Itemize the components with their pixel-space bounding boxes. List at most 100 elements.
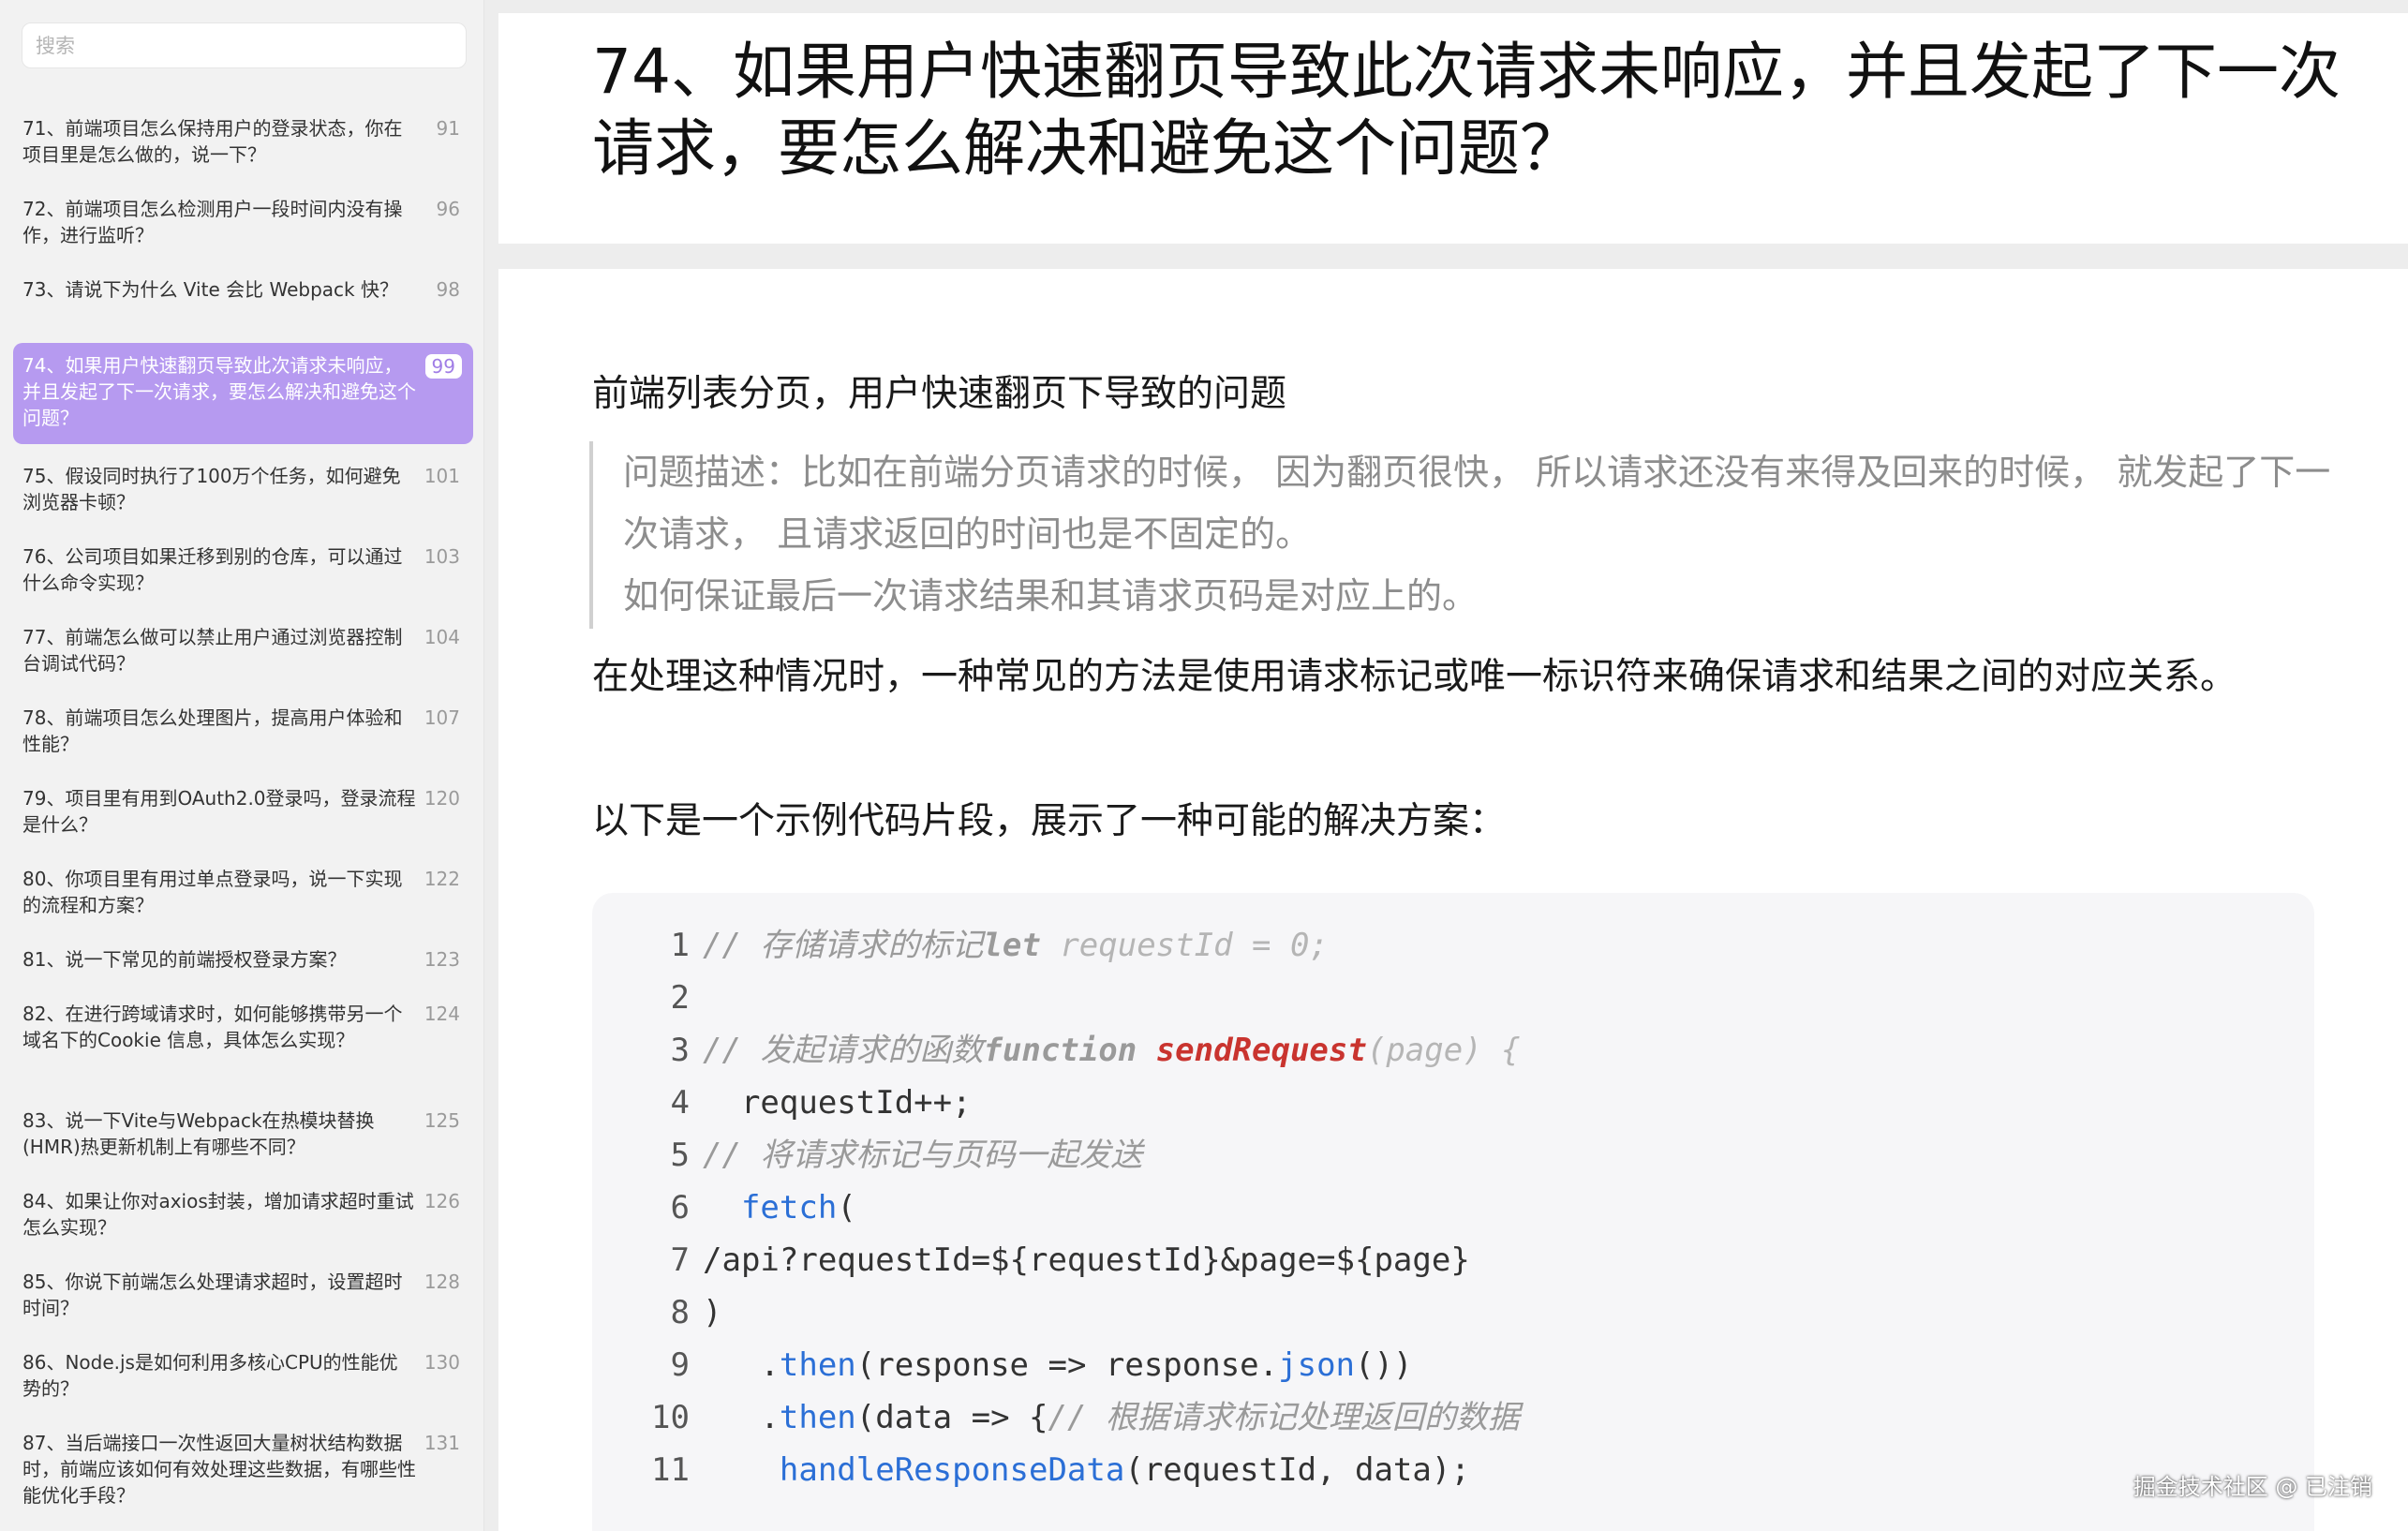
code-text: (page) { (1366, 1032, 1521, 1069)
code-line-5: 5 // 将请求标记与页码一起发送 (592, 1129, 1143, 1182)
toc-item-title: 79、项目里有用到OAuth2.0登录吗，登录流程是什么？ (22, 787, 416, 836)
code-text: requestId++; (703, 1084, 972, 1122)
toc-item-page: 96 (436, 198, 460, 220)
toc-item-79[interactable]: 79、项目里有用到OAuth2.0登录吗，登录流程是什么？ 120 (13, 776, 473, 845)
toc-item-page: 107 (424, 706, 460, 729)
code-method: then (779, 1346, 856, 1384)
toc-item-title: 71、前端项目怎么保持用户的登录状态，你在项目里是怎么做的，说一下？ (22, 117, 403, 166)
toc-item-86[interactable]: 86、Node.js是如何利用多核心CPU的性能优势的？ 130 (13, 1340, 473, 1409)
code-method: then (779, 1399, 856, 1436)
code-text: (data => { (855, 1399, 1048, 1436)
toc-item-84[interactable]: 84、如果让你对axios封装，增加请求超时重试怎么实现？ 126 (13, 1179, 473, 1248)
toc-item-78[interactable]: 78、前端项目怎么处理图片，提高用户体验和性能？ 107 (13, 695, 473, 765)
code-text: (response => response. (855, 1346, 1279, 1384)
toc-item-87[interactable]: 87、当后端接口一次性返回大量树状结构数据时，前端应该如何有效处理这些数据，有哪… (13, 1420, 473, 1516)
code-text: . (703, 1399, 780, 1436)
toc-item-title: 82、在进行跨域请求时，如何能够携带另一个域名下的Cookie 信息，具体怎么实… (22, 1003, 403, 1051)
code-text: ( (837, 1189, 856, 1226)
toc-item-72[interactable]: 72、前端项目怎么检测用户一段时间内没有操作，进行监听？ 96 (13, 186, 473, 256)
toc-item-76[interactable]: 76、公司项目如果迁移到别的仓库，可以通过什么命令实现？ 103 (13, 534, 473, 603)
code-block: 1 // 存储请求的标记let requestId = 0; 2 3 // 发起请求… (592, 893, 2314, 1531)
watermark: 掘金技术社区 @ 已注销 (2133, 1474, 2372, 1500)
code-line-9: 9 .then(response => response.json()) (592, 1339, 1413, 1391)
toc-item-title: 76、公司项目如果迁移到别的仓库，可以通过什么命令实现？ (22, 545, 403, 594)
code-keyword: let (983, 927, 1041, 964)
quote-line: 如何保证最后一次请求结果和其请求页码是对应上的。 (623, 575, 1479, 617)
toc-item-title: 72、前端项目怎么检测用户一段时间内没有操作，进行监听？ (22, 198, 403, 246)
code-line-11: 11 handleResponseData(requestId, data); (592, 1444, 1470, 1496)
toc-item-83[interactable]: 83、说一下Vite与Webpack在热模块替换(HMR)热更新机制上有哪些不同… (13, 1098, 473, 1167)
line-number: 8 (670, 1294, 690, 1331)
line-number: 7 (670, 1241, 690, 1279)
toc-item-title: 80、你项目里有用过单点登录吗，说一下实现的流程和方案？ (22, 868, 403, 916)
line-number: 3 (670, 1032, 690, 1069)
line-number: 9 (670, 1346, 690, 1384)
code-line-8: 8) (592, 1286, 722, 1339)
code-comment: // 将请求标记与页码一起发送 (703, 1137, 1143, 1174)
toc-item-title: 83、说一下Vite与Webpack在热模块替换(HMR)热更新机制上有哪些不同… (22, 1109, 375, 1158)
code-text: ) (703, 1294, 722, 1331)
toc-item-page: 130 (424, 1351, 460, 1374)
article-body: 前端列表分页，用户快速翻页下导致的问题 问题描述：比如在前端分页请求的时候， 因… (498, 269, 2408, 1531)
page-title: 74、如果用户快速翻页导致此次请求未响应，并且发起了下一次请求，要怎么解决和避免… (592, 36, 2341, 185)
line-number: 4 (670, 1084, 690, 1122)
toc-item-82[interactable]: 82、在进行跨域请求时，如何能够携带另一个域名下的Cookie 信息，具体怎么实… (13, 991, 473, 1087)
toc-item-page-badge: 99 (424, 354, 462, 379)
toc-item-75[interactable]: 75、假设同时执行了100万个任务，如何避免浏览器卡顿？ 101 (13, 453, 473, 523)
toc-item-page: 104 (424, 626, 460, 648)
sidebar: 71、前端项目怎么保持用户的登录状态，你在项目里是怎么做的，说一下？ 91 72… (0, 0, 484, 1531)
toc-item-title: 75、假设同时执行了100万个任务，如何避免浏览器卡顿？ (22, 465, 401, 513)
code-text: . (703, 1346, 780, 1384)
article-header: 74、如果用户快速翻页导致此次请求未响应，并且发起了下一次请求，要怎么解决和避免… (498, 13, 2408, 244)
search-input[interactable] (22, 23, 466, 67)
toc-item-71[interactable]: 71、前端项目怎么保持用户的登录状态，你在项目里是怎么做的，说一下？ 91 (13, 106, 473, 175)
code-line-2: 2 (592, 972, 703, 1024)
toc-item-title: 87、当后端接口一次性返回大量树状结构数据时，前端应该如何有效处理这些数据，有哪… (22, 1432, 416, 1507)
toc-item-page: 124 (424, 1003, 460, 1025)
code-line-6: 6 fetch( (592, 1182, 856, 1234)
toc-item-page: 125 (424, 1109, 460, 1132)
code-line-4: 4 requestId++; (592, 1077, 972, 1129)
toc-item-81[interactable]: 81、说一下常见的前端授权登录方案？ 123 (13, 937, 473, 980)
toc-item-title: 74、如果用户快速翻页导致此次请求未响应，并且发起了下一次请求，要怎么解决和避免… (22, 354, 416, 429)
toc-item-page: 128 (424, 1271, 460, 1293)
code-keyword: function (983, 1032, 1137, 1069)
code-line-1: 1 // 存储请求的标记let requestId = 0; (592, 919, 1329, 972)
code-comment: // 发起请求的函数 (703, 1032, 984, 1069)
code-line-3: 3 // 发起请求的函数function sendRequest(page) { (592, 1024, 1521, 1077)
code-line-10: 10 .then(data => {// 根据请求标记处理返回的数据 (592, 1391, 1520, 1444)
paragraph: 以下是一个示例代码片段，展示了一种可能的解决方案： (592, 800, 1507, 842)
code-text: /api?requestId=${requestId}&page=${page} (703, 1241, 1470, 1279)
code-text: requestId = 0; (1040, 927, 1329, 964)
quote-line: 问题描述：比如在前端分页请求的时候， 因为翻页很快， 所以请求还没有来得及回来的… (623, 452, 2331, 555)
code-method: handleResponseData (779, 1451, 1125, 1489)
toc-item-page: 101 (424, 465, 460, 487)
toc-item-page: 131 (424, 1432, 460, 1454)
toc-item-title: 73、请说下为什么 Vite 会比 Webpack 快？ (22, 278, 398, 301)
code-text: (requestId, data); (1124, 1451, 1470, 1489)
line-number: 6 (670, 1189, 690, 1226)
code-method: json (1278, 1346, 1356, 1384)
line-number: 2 (670, 979, 690, 1017)
toc-item-page: 91 (436, 117, 460, 140)
toc-item-80[interactable]: 80、你项目里有用过单点登录吗，说一下实现的流程和方案？ 122 (13, 856, 473, 926)
search-box (22, 22, 467, 68)
toc-item-73[interactable]: 73、请说下为什么 Vite 会比 Webpack 快？ 98 (13, 267, 473, 336)
toc-item-title: 77、前端怎么做可以禁止用户通过浏览器控制台调试代码？ (22, 626, 403, 675)
toc-item-title: 84、如果让你对axios封装，增加请求超时重试怎么实现？ (22, 1190, 414, 1239)
toc-item-85[interactable]: 85、你说下前端怎么处理请求超时，设置超时时间？ 128 (13, 1259, 473, 1329)
toc-item-title: 86、Node.js是如何利用多核心CPU的性能优势的？ (22, 1351, 398, 1400)
toc-item-page: 123 (424, 948, 460, 971)
toc-item-page: 98 (436, 278, 460, 301)
toc-item-74-active[interactable]: 74、如果用户快速翻页导致此次请求未响应，并且发起了下一次请求，要怎么解决和避免… (13, 343, 473, 444)
blockquote: 问题描述：比如在前端分页请求的时候， 因为翻页很快， 所以请求还没有来得及回来的… (589, 441, 2332, 629)
paragraph: 在处理这种情况时，一种常见的方法是使用请求标记或唯一标识符来确保请求和结果之间的… (592, 656, 2237, 698)
code-line-7: 7/api?requestId=${requestId}&page=${page… (592, 1234, 1470, 1286)
toc-item-page: 122 (424, 868, 460, 890)
toc-item-page: 126 (424, 1190, 460, 1212)
code-text: ()) (1355, 1346, 1413, 1384)
toc-item-title: 81、说一下常见的前端授权登录方案？ (22, 948, 347, 971)
code-method: fetch (740, 1189, 838, 1226)
toc-item-77[interactable]: 77、前端怎么做可以禁止用户通过浏览器控制台调试代码？ 104 (13, 615, 473, 684)
line-number: 11 (651, 1451, 690, 1489)
